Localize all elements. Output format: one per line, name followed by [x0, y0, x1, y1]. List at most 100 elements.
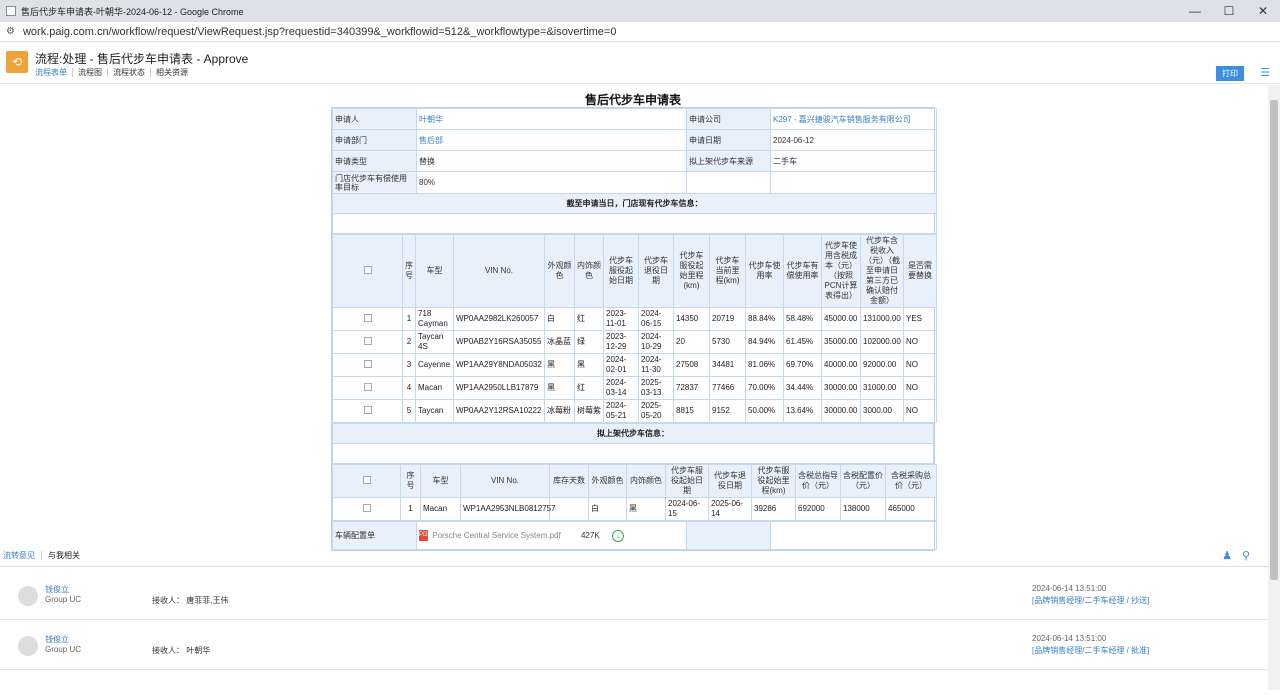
row-checkbox[interactable] [363, 359, 372, 368]
avatar [18, 636, 38, 656]
tab-flow-opinions[interactable]: 流转意见 [3, 551, 42, 560]
url-text[interactable]: work.paig.com.cn/workflow/request/ViewRe… [23, 26, 617, 38]
opinion-role[interactable]: [品牌销售经理/二手车经理 / 抄送] [1032, 595, 1149, 606]
print-button[interactable]: 打印 [1216, 66, 1244, 81]
app-header: ⟲ 流程:处理 - 售后代步车申请表 - Approve 流程表单 流程图 流程… [0, 42, 1280, 84]
table-cell: 20 [673, 330, 710, 354]
table-cell: WP0AA2Y12RSA10222 [453, 399, 545, 423]
table-cell: WP1AA2953NLB0812757 [460, 497, 556, 521]
table-cell: 465000 [885, 497, 937, 521]
scrollbar-thumb[interactable] [1270, 100, 1278, 580]
table-cell: 30000.00 [821, 376, 861, 400]
table-cell: 2024-05-21 [603, 399, 639, 423]
workflow-logo-icon: ⟲ [6, 51, 28, 73]
col-config-price: 含税配置价（元） [840, 464, 886, 498]
minimize-button[interactable]: — [1178, 0, 1212, 22]
table-cell: 白 [544, 307, 575, 331]
table-cell: 58.48% [783, 307, 822, 331]
table-cell: 2023-11-01 [603, 307, 639, 331]
applicant-value[interactable]: 叶朝华 [416, 108, 687, 130]
menu-icon[interactable]: ☰ [1260, 66, 1270, 79]
table-cell: Taycan [415, 399, 454, 423]
current-cars-header-row: 序号 车型 VIN No. 外观颜色 内饰颜色 代步车服役起始日期 代步车退役日… [332, 234, 937, 308]
table-cell: 70.00% [745, 376, 784, 400]
table-cell: 2024-03-14 [603, 376, 639, 400]
tab-resources[interactable]: 相关资源 [151, 68, 193, 77]
row-checkbox[interactable] [363, 313, 372, 322]
opinion-time: 2024-06-14 13:51:00 [1032, 584, 1107, 593]
opinion-role[interactable]: [品牌销售经理/二手车经理 / 批准] [1032, 645, 1149, 656]
select-all-checkbox[interactable] [363, 265, 372, 274]
table-cell: Taycan 4S [415, 330, 454, 354]
site-settings-icon[interactable]: ⚙ [6, 26, 15, 37]
header-fields-table: 申请人 叶朝华 申请公司 K297 - 嘉兴捷骏汽车销售服务有限公司 申请部门 … [332, 108, 937, 234]
col-service-start: 代步车服役起始日期 [603, 234, 639, 308]
table-cell: 2024-06-15 [665, 497, 709, 521]
table-cell: 黑 [574, 353, 604, 377]
attach-label: 车辆配置单 [332, 521, 417, 550]
table-cell: 13.64% [783, 399, 822, 423]
pdf-file-icon: PDF [419, 530, 431, 541]
proposed-cars-section-title: 拟上架代步车信息： [332, 423, 934, 444]
opinion-user-name[interactable]: 钱俊立 [45, 634, 69, 645]
table-cell: 77466 [709, 376, 746, 400]
table-cell: 27508 [673, 353, 710, 377]
close-button[interactable]: ✕ [1246, 0, 1280, 22]
table-cell: 3 [402, 353, 416, 377]
table-cell: 39286 [751, 497, 796, 521]
address-bar[interactable]: ⚙ work.paig.com.cn/workflow/request/View… [0, 22, 1280, 42]
applicant-label: 申请人 [332, 108, 417, 130]
table-cell: 14350 [673, 307, 710, 331]
table-cell: 4 [402, 376, 416, 400]
dept-value[interactable]: 售后部 [416, 129, 687, 151]
table-cell: 34481 [709, 353, 746, 377]
col-seq: 序号 [402, 234, 416, 308]
col-model: 车型 [420, 464, 461, 498]
table-cell: Macan [415, 376, 454, 400]
tab-flow-status[interactable]: 流程状态 [108, 68, 151, 77]
row-checkbox[interactable] [362, 503, 371, 512]
tab-related-to-me[interactable]: 与我相关 [48, 551, 86, 560]
table-cell: NO [903, 399, 937, 423]
table-cell: 树莓紫 [574, 399, 604, 423]
attachment-cell: PDF Porsche Central Service System.pdf 4… [416, 521, 687, 550]
table-cell: 绿 [574, 330, 604, 354]
company-value[interactable]: K297 - 嘉兴捷骏汽车销售服务有限公司 [770, 108, 937, 130]
table-cell: 131000.00 [860, 307, 904, 331]
row-checkbox[interactable] [363, 382, 372, 391]
table-row: 1 Macan WP1AA2953NLB0812757 白黑 2024-06-15 202… [332, 497, 937, 521]
row-checkbox[interactable] [363, 405, 372, 414]
col-model: 车型 [415, 234, 454, 308]
attachment-link[interactable]: Porsche Central Service System.pdf [432, 531, 561, 540]
col-purchase-price: 含税采购总价（元） [885, 464, 937, 498]
table-cell: 35000.00 [821, 330, 861, 354]
row-checkbox[interactable] [363, 336, 372, 345]
table-cell: 冰莓粉 [544, 399, 575, 423]
maximize-button[interactable]: ☐ [1212, 0, 1246, 22]
table-cell: WP0AA2982LK260057 [453, 307, 545, 331]
table-cell: NO [903, 376, 937, 400]
target-value: 80% [416, 171, 687, 194]
page-favicon-icon [6, 6, 16, 16]
select-all-proposed-checkbox[interactable] [362, 475, 371, 484]
table-cell: 1 [402, 307, 416, 331]
table-cell: Macan [420, 497, 461, 521]
table-cell: 718 Cayman [415, 307, 454, 331]
opinion-user-name[interactable]: 钱俊立 [45, 584, 69, 595]
table-cell: 冰晶蓝 [544, 330, 575, 354]
tab-form[interactable]: 流程表单 [35, 68, 73, 77]
table-cell: 692000 [795, 497, 841, 521]
col-vin: VIN No. [460, 464, 550, 498]
table-cell: 红 [574, 376, 604, 400]
tab-flowchart[interactable]: 流程图 [73, 68, 108, 77]
download-icon[interactable]: ↓ [611, 529, 624, 542]
table-cell: 黑 [544, 376, 575, 400]
window-title: 售后代步车申请表-叶朝华-2024-06-12 - Google Chrome [21, 6, 244, 17]
user-filter-icon[interactable]: ♟ [1222, 549, 1232, 562]
page-title: 流程:处理 - 售后代步车申请表 - Approve [35, 52, 249, 66]
opinion-time: 2024-06-14 13:51:00 [1032, 634, 1107, 643]
search-icon[interactable]: ⚲ [1242, 549, 1250, 562]
col-vin: VIN No. [453, 234, 545, 308]
col-replace: 是否需要替换 [903, 234, 937, 308]
table-cell: 2025-05-20 [638, 399, 674, 423]
